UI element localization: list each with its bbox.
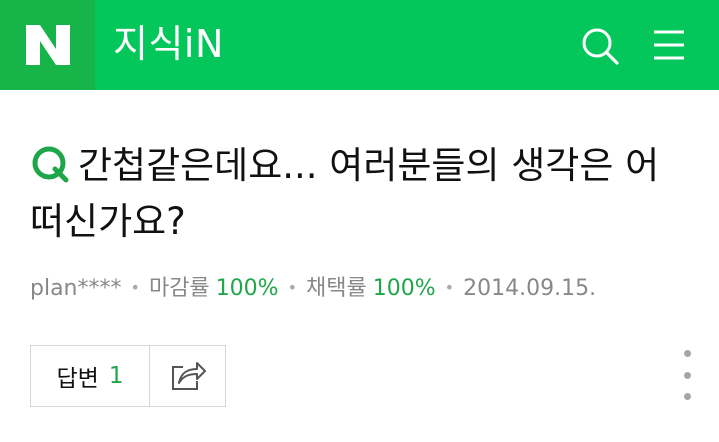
share-button[interactable] — [150, 345, 226, 407]
answer-label: 답변 — [56, 366, 99, 392]
answer-count: 1 — [108, 363, 124, 389]
question-date: 2014.09.15. — [463, 276, 597, 301]
service-title[interactable]: 지식iN — [113, 18, 224, 70]
answer-button[interactable]: 답변 1 — [30, 345, 150, 407]
author-name[interactable]: plan**** — [30, 276, 122, 301]
separator-dot: • — [444, 278, 455, 297]
share-icon — [171, 362, 206, 390]
adopt-rate-label: 채택률 — [306, 276, 367, 301]
separator-dot: • — [130, 278, 140, 297]
logo-n-icon — [25, 25, 70, 65]
more-vertical-icon-dot — [683, 371, 691, 379]
more-vertical-icon-dot — [683, 393, 691, 400]
adopt-rate-value: 100% — [372, 276, 436, 301]
question-text: 간첩같은데요... 여러분들의 생각은 어떠신가요? — [30, 144, 660, 243]
close-rate-value: 100% — [215, 276, 279, 301]
menu-icon[interactable] — [646, 24, 690, 68]
more-vertical-icon-dot — [683, 350, 691, 357]
naver-logo[interactable] — [0, 0, 95, 90]
close-rate-label: 마감률 — [148, 276, 210, 301]
q-icon — [32, 146, 69, 183]
search-icon[interactable] — [578, 24, 622, 68]
separator-dot: • — [287, 278, 298, 297]
question-meta: plan**** • 마감률 100% • 채택률 100% • 2014.09.15. — [30, 268, 596, 308]
question-title: 간첩같은데요... 여러분들의 생각은 어떠신가요? — [30, 138, 690, 250]
more-options-button[interactable] — [672, 350, 702, 400]
app-header: 지식iN — [0, 0, 719, 90]
